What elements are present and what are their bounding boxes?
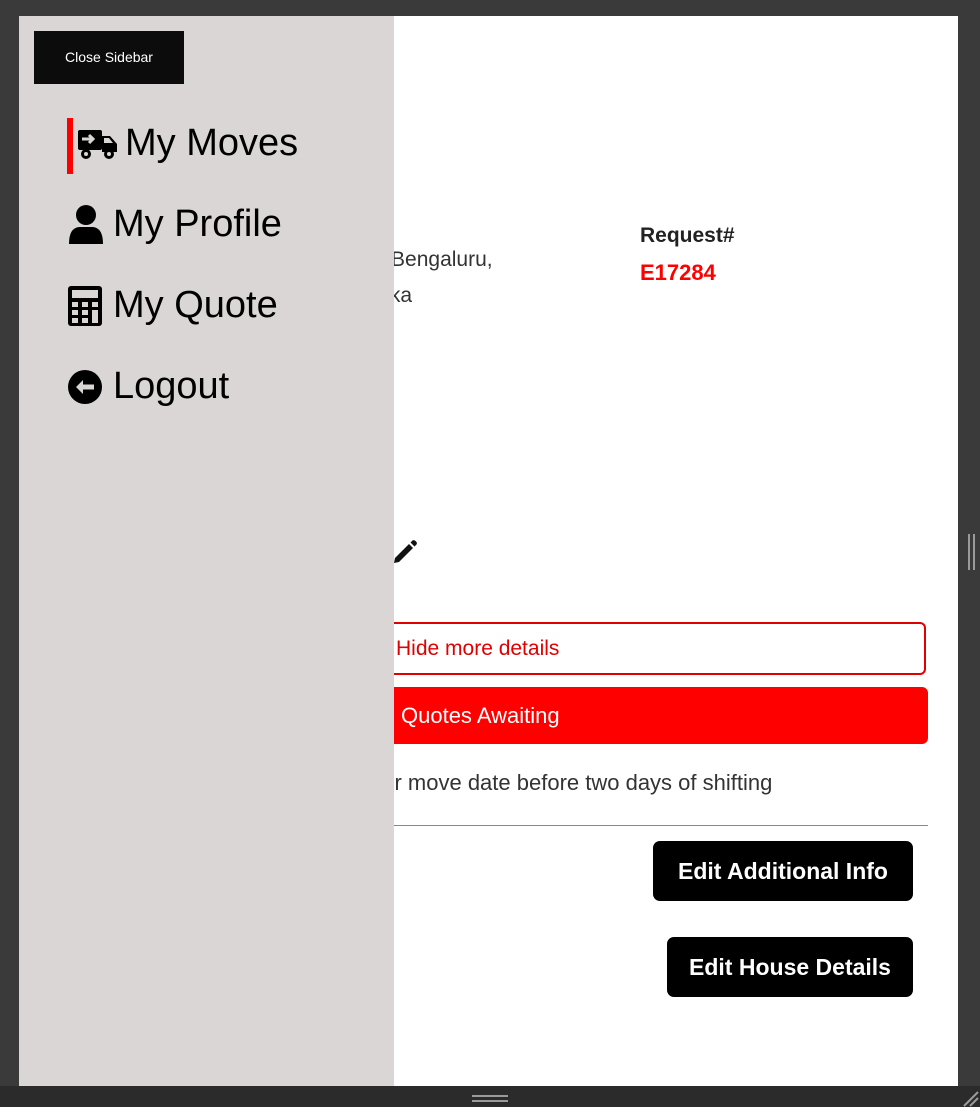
- request-label: Request#: [640, 224, 735, 247]
- truck-moving-icon: [77, 126, 119, 162]
- edit-house-details-button[interactable]: Edit House Details: [667, 937, 913, 997]
- resize-corner-icon[interactable]: [958, 1086, 980, 1107]
- sidebar-item-my-moves[interactable]: My Moves: [77, 122, 298, 165]
- request-id: E17284: [640, 260, 716, 285]
- resize-handle-right[interactable]: [968, 534, 976, 570]
- sidebar: Close Sidebar My Moves My Profile My Quo…: [19, 16, 394, 1086]
- sidebar-item-my-quote[interactable]: My Quote: [67, 284, 278, 327]
- divider: [319, 825, 928, 826]
- user-icon: [67, 204, 105, 246]
- pencil-icon[interactable]: [391, 538, 419, 566]
- sidebar-item-label: My Profile: [113, 203, 282, 245]
- resize-handle-bottom[interactable]: [472, 1095, 508, 1103]
- close-sidebar-button[interactable]: Close Sidebar: [34, 31, 184, 84]
- calculator-icon: [67, 285, 103, 327]
- hide-more-details-button[interactable]: Hide more details: [339, 622, 926, 675]
- move-date-note: your move date before two days of shifti…: [359, 770, 773, 795]
- sidebar-item-my-profile[interactable]: My Profile: [67, 203, 282, 246]
- quotes-awaiting-button[interactable]: Quotes Awaiting: [339, 687, 928, 744]
- page-window: ura, Bengaluru, nataka Request# E17284 H…: [19, 16, 958, 1086]
- sidebar-item-logout[interactable]: Logout: [67, 365, 229, 408]
- sidebar-item-label: My Moves: [125, 122, 299, 164]
- arrow-circle-left-icon: [67, 369, 103, 405]
- edit-additional-info-button[interactable]: Edit Additional Info: [653, 841, 913, 901]
- active-indicator: [67, 118, 73, 174]
- sidebar-item-label: Logout: [113, 365, 230, 407]
- sidebar-item-label: My Quote: [113, 284, 278, 326]
